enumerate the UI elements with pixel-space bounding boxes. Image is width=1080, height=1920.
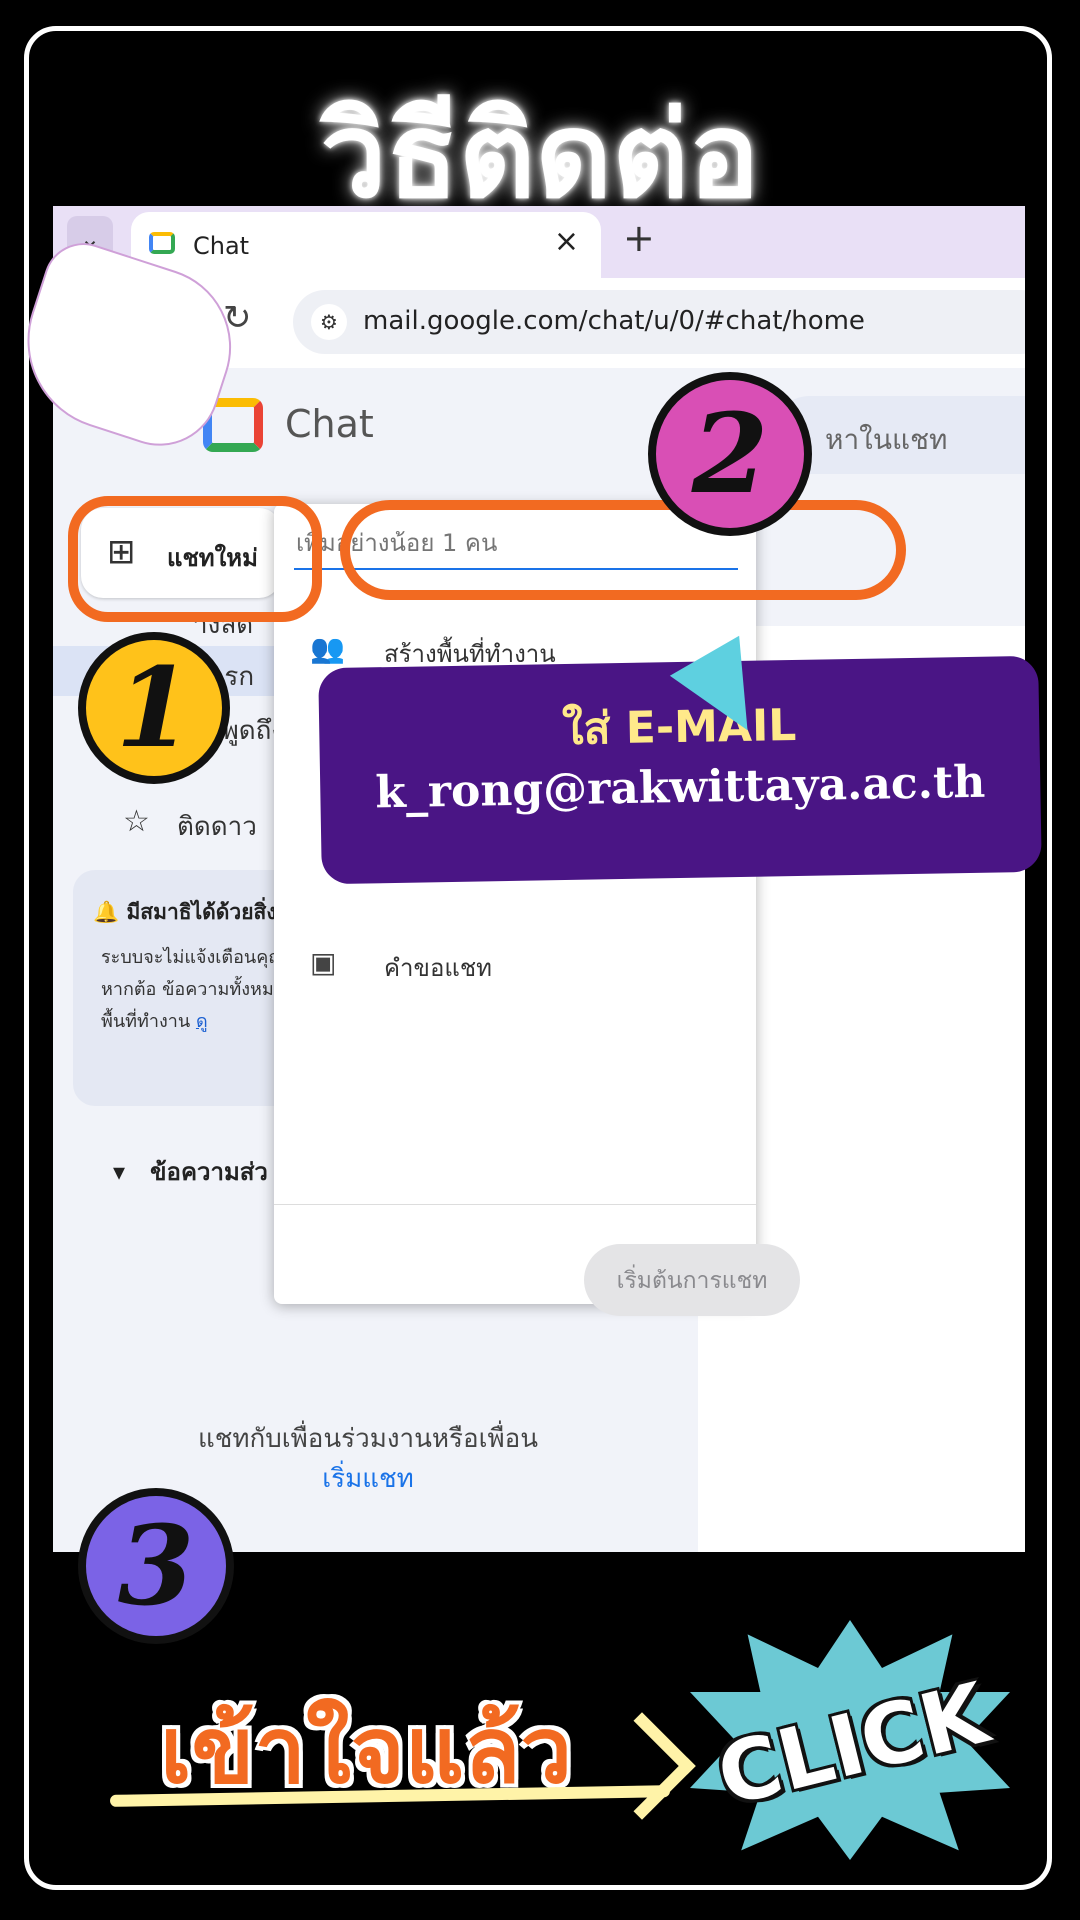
notice-title-text: มีสมาธิได้ด้วยสิ่งร	[126, 900, 288, 924]
site-settings-icon[interactable]: ⚙	[311, 304, 347, 340]
contact-card-icon: ▣	[310, 946, 337, 979]
notice-title: 🔔 มีสมาธิได้ด้วยสิ่งร	[93, 900, 288, 924]
app-title: Chat	[285, 402, 374, 446]
dm-section-label: ข้อความส่ว	[150, 1158, 268, 1186]
chat-favicon-icon	[149, 232, 175, 254]
sidebar-item-starred[interactable]: ติดดาว	[177, 806, 257, 847]
url-field[interactable]: ⚙ mail.google.com/chat/u/0/#chat/home	[293, 290, 1025, 354]
step-badge-2: 2	[648, 372, 812, 536]
search-placeholder: หาในแชท	[825, 423, 948, 456]
group-add-icon: 👥	[310, 632, 345, 665]
chat-requests-label: คำขอแชท	[384, 954, 492, 982]
highlight-add-people	[340, 500, 906, 600]
new-chat-popup: 👥 สร้างพื้นที่ทำงาน ▣ คำขอแชท เริ่มต้นกา…	[274, 504, 800, 1316]
star-icon: ☆	[123, 804, 150, 839]
start-chat-button[interactable]: เริ่มต้นการแชท	[584, 1244, 800, 1316]
step-badge-3: 3	[78, 1488, 234, 1644]
browser-tab[interactable]: Chat ×	[131, 212, 601, 282]
tab-close-icon[interactable]: ×	[554, 224, 579, 259]
highlight-new-chat	[68, 496, 322, 622]
tab-bar: ⌄ Chat × +	[53, 206, 1025, 282]
popup-divider	[274, 1204, 756, 1205]
step-badge-1: 1	[78, 632, 230, 784]
notice-link[interactable]: ดู	[196, 1011, 208, 1032]
empty-hint: แชทกับเพื่อนร่วมงานหรือเพื่อน	[197, 1424, 539, 1454]
new-tab-icon[interactable]: +	[623, 216, 655, 260]
direct-messages-section[interactable]: ▾ ข้อความส่ว	[113, 1152, 268, 1191]
banner-instruction: ใส่ E-MAIL	[561, 699, 797, 756]
chat-requests-row[interactable]: ▣ คำขอแชท	[274, 928, 756, 998]
tab-title: Chat	[193, 232, 250, 260]
url-text: mail.google.com/chat/u/0/#chat/home	[363, 306, 865, 336]
